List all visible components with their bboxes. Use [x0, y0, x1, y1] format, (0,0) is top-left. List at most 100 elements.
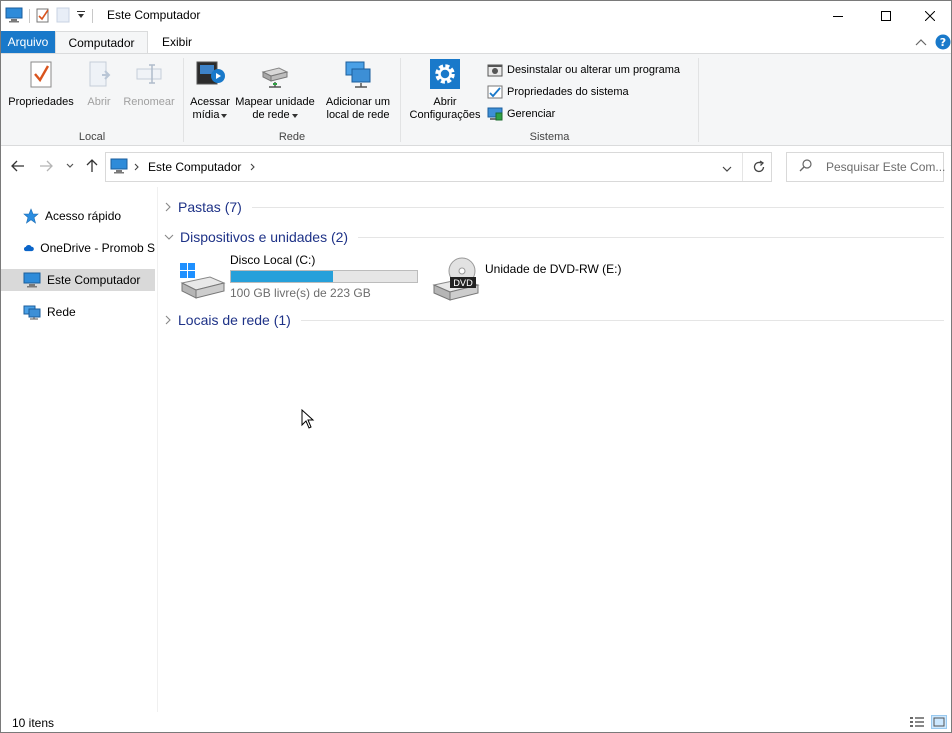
dropdown-arrow-icon — [291, 113, 298, 118]
drive-e-name: Unidade de DVD-RW (E:) — [485, 262, 622, 276]
ribbon-group-local: Propriedades Abrir Renomear Local — [1, 54, 183, 146]
forward-button[interactable] — [37, 157, 55, 175]
drive-c-usage-fill — [231, 271, 334, 282]
properties-qat-icon[interactable] — [36, 7, 50, 26]
recent-locations-button[interactable] — [64, 157, 76, 175]
open-button[interactable]: Abrir — [81, 58, 117, 109]
large-icons-view-icon[interactable] — [931, 715, 947, 732]
uninstall-icon — [487, 64, 503, 77]
drive-c-info: Disco Local (C:) 100 GB livre(s) de 223 … — [230, 253, 418, 300]
explorer-window: Este Computador Arquivo Computador Exibi… — [0, 0, 952, 733]
nav-item-network[interactable]: Rede — [1, 301, 155, 323]
qat-separator — [29, 9, 30, 23]
ribbon-separator — [698, 58, 699, 142]
network-group-label: Rede — [278, 131, 306, 143]
uninstall-program-button[interactable]: Desinstalar ou alterar um programa — [487, 61, 680, 79]
tab-file[interactable]: Arquivo — [1, 31, 55, 53]
group-divider — [300, 319, 944, 321]
tab-computer[interactable]: Computador — [55, 31, 148, 54]
maximize-button[interactable] — [863, 1, 909, 31]
group-network-label: Locais de rede (1) — [178, 312, 291, 328]
nav-item-onedrive[interactable]: OneDrive - Promob S — [1, 237, 155, 259]
uninstall-label: Desinstalar ou alterar um programa — [507, 64, 681, 76]
drive-c-name: Disco Local (C:) — [230, 253, 316, 267]
address-divider — [742, 153, 743, 181]
properties-icon — [25, 58, 57, 90]
nav-label: OneDrive - Promob S — [40, 241, 155, 255]
new-folder-qat-icon[interactable] — [56, 7, 70, 26]
open-settings-button[interactable]: Abrir Configurações — [405, 58, 485, 122]
details-view-icon[interactable] — [909, 715, 925, 732]
chevron-right-icon — [165, 315, 171, 325]
address-history-dropdown-icon[interactable] — [722, 162, 732, 176]
nav-label: Acesso rápido — [45, 209, 122, 223]
group-devices[interactable]: Dispositivos e unidades (2) — [164, 226, 944, 248]
computer-icon — [5, 7, 23, 26]
network-location-icon — [342, 58, 374, 90]
address-bar[interactable]: Este Computador — [105, 152, 772, 182]
group-divider — [358, 236, 944, 238]
nav-label: Este Computador — [47, 273, 141, 287]
tab-view[interactable]: Exibir — [151, 31, 203, 53]
nav-item-this-pc[interactable]: Este Computador — [1, 269, 155, 291]
system-properties-button[interactable]: Propriedades do sistema — [487, 83, 629, 101]
back-button[interactable] — [9, 157, 27, 175]
onedrive-cloud-icon — [23, 245, 34, 252]
up-button[interactable] — [83, 157, 101, 175]
minimize-button[interactable] — [815, 1, 861, 31]
close-icon — [925, 11, 935, 21]
collapse-ribbon-button[interactable] — [915, 33, 927, 51]
computer-icon — [23, 272, 41, 288]
search-placeholder: Pesquisar Este Com... — [826, 160, 946, 174]
drive-c[interactable]: Disco Local (C:) 100 GB livre(s) de 223 … — [178, 253, 418, 301]
manage-button[interactable]: Gerenciar — [487, 105, 555, 123]
drive-e[interactable]: DVD Unidade de DVD-RW (E:) — [432, 257, 622, 301]
svg-text:?: ? — [940, 36, 946, 49]
arrow-right-icon — [40, 160, 53, 172]
chevron-up-icon — [915, 39, 927, 46]
status-bar: 10 itens — [1, 712, 951, 732]
access-media-label-2: mídia — [192, 109, 220, 121]
search-box[interactable]: Pesquisar Este Com... — [786, 152, 946, 182]
breadcrumb-location[interactable]: Este Computador — [148, 160, 241, 174]
arrow-up-icon — [86, 159, 98, 172]
open-icon — [83, 58, 115, 90]
qat-dropdown-icon[interactable] — [76, 9, 86, 23]
minimize-icon — [833, 16, 843, 17]
map-network-drive-button[interactable]: Mapear unidade de rede — [232, 58, 318, 122]
system-properties-icon — [487, 85, 503, 99]
navigation-bar: Este Computador Pesquisar Este Com... — [1, 147, 951, 185]
help-button[interactable]: ? — [935, 33, 951, 51]
add-location-label-2: local de rede — [326, 109, 390, 121]
title-bar: Este Computador — [1, 1, 951, 31]
content-area: Pastas (7) Dispositivos e unidades (2) D… — [158, 187, 951, 712]
breadcrumb-chevron-icon[interactable] — [250, 160, 256, 174]
open-label: Abrir — [87, 96, 111, 108]
drive-c-free-space: 100 GB livre(s) de 223 GB — [230, 286, 371, 300]
group-network-locations[interactable]: Locais de rede (1) — [164, 309, 944, 331]
system-group-label: Sistema — [529, 131, 570, 143]
map-drive-label-1: Mapear unidade — [235, 96, 315, 108]
chevron-down-icon — [66, 163, 74, 168]
chevron-down-icon — [164, 234, 174, 240]
star-icon — [23, 208, 39, 224]
group-devices-label: Dispositivos e unidades (2) — [180, 229, 349, 245]
dropdown-arrow-icon — [221, 113, 228, 118]
close-button[interactable] — [907, 1, 951, 31]
ribbon-tabs: Arquivo Computador Exibir ? — [1, 31, 951, 54]
rename-button[interactable]: Renomear — [119, 58, 179, 109]
access-media-button[interactable]: Acessar mídia — [187, 58, 233, 122]
properties-label: Propriedades — [8, 96, 74, 108]
rename-icon — [133, 58, 165, 90]
nav-item-quick-access[interactable]: Acesso rápido — [1, 205, 155, 227]
properties-button[interactable]: Propriedades — [6, 58, 76, 109]
chevron-right-icon — [165, 202, 171, 212]
system-properties-label: Propriedades do sistema — [507, 86, 629, 98]
item-count: 10 itens — [12, 716, 55, 730]
arrow-left-icon — [11, 160, 24, 172]
group-folders[interactable]: Pastas (7) — [164, 196, 944, 218]
dvd-drive-icon: DVD — [432, 257, 480, 301]
navigation-pane: Acesso rápido OneDrive - Promob S Este C… — [1, 187, 157, 712]
add-network-location-button[interactable]: Adicionar um local de rede — [320, 58, 396, 122]
refresh-icon[interactable] — [752, 160, 766, 177]
